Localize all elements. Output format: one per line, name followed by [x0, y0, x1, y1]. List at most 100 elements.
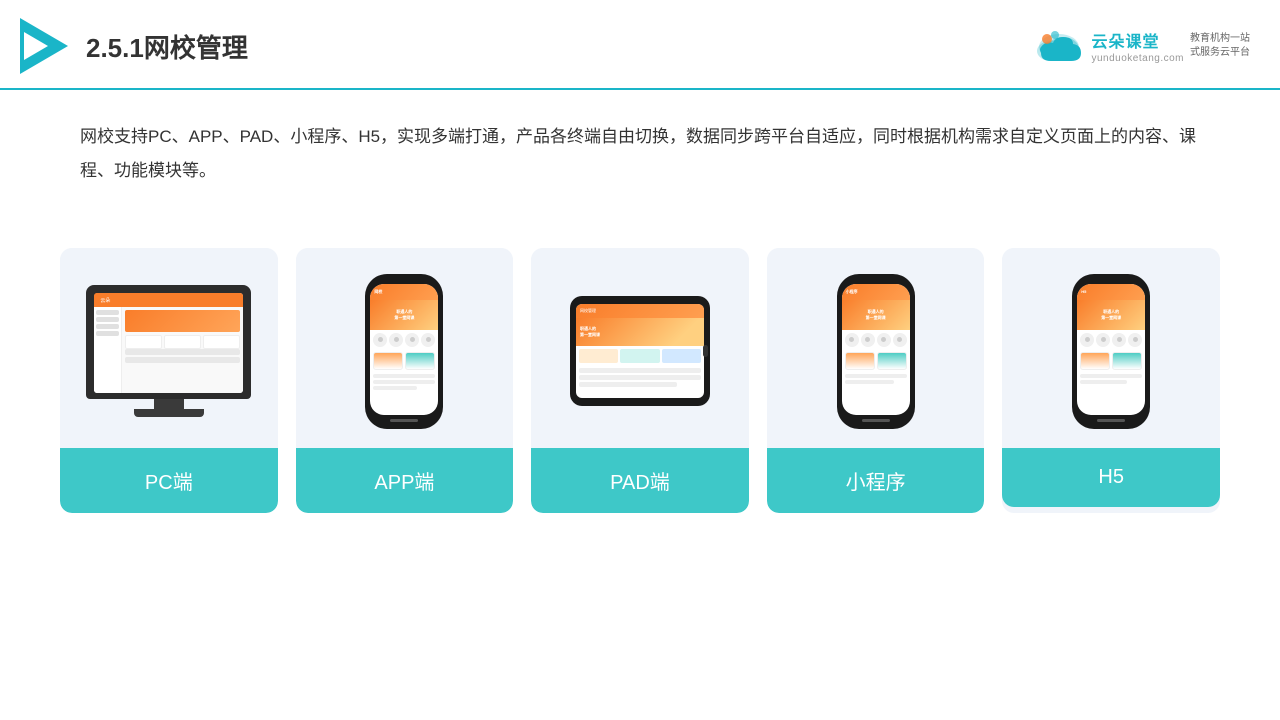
ph-course-grid: [1077, 350, 1145, 372]
ph-course-item: [373, 352, 403, 370]
ph-icons-row: [842, 330, 910, 350]
ph-icon-dot: [378, 337, 383, 342]
ph-icon-item: [893, 333, 907, 347]
pc-monitor: 云朵: [86, 285, 251, 417]
card-pc-image: 云朵: [60, 248, 278, 448]
monitor-body: 云朵: [86, 285, 251, 399]
ph-course-item: [1112, 352, 1142, 370]
header-left: 2.5.1网校管理: [20, 18, 248, 74]
description-text: 网校支持PC、APP、PAD、小程序、H5，实现多端打通，产品各终端自由切换，数…: [0, 90, 1280, 208]
tab-row: [579, 382, 677, 387]
ph-content-row: [1080, 374, 1142, 378]
miniapp-phone-mockup: 小程序 职通人的第一堂网课: [837, 274, 915, 429]
card-h5: H5 职通人的第一堂网课: [1002, 248, 1220, 513]
miniapp-phone-screen: 小程序 职通人的第一堂网课: [842, 284, 910, 415]
screen-bar-text: 云朵: [100, 297, 110, 304]
ph-hero-text: 职通人的第一堂网课: [394, 309, 414, 319]
ph-course-item: [845, 352, 875, 370]
ph-icon-dot: [1117, 337, 1122, 342]
brand-logo-top: 云朵课堂 yunduoketang.com 教育机构一站式服务云平台: [1033, 28, 1250, 64]
phone-notch: [392, 274, 416, 281]
tab-hero-content: 职通人的第一堂网课: [580, 326, 600, 337]
ph-icon-dot: [410, 337, 415, 342]
monitor-screen: 云朵: [94, 293, 243, 393]
brand-tagline: 教育机构一站式服务云平台: [1190, 32, 1250, 60]
ph-course-grid: [842, 350, 910, 372]
sidebar-item: [96, 317, 119, 322]
sidebar-item: [96, 310, 119, 315]
tab-grid-item: [579, 349, 618, 363]
h5-phone-screen: H5 职通人的第一堂网课: [1077, 284, 1145, 415]
ph-course-item: [1080, 352, 1110, 370]
phone-home-bar: [862, 419, 890, 422]
brand-text-group: 云朵课堂 yunduoketang.com: [1091, 28, 1184, 64]
ph-icon-dot: [881, 337, 886, 342]
ph-header-text: H5: [1081, 289, 1086, 294]
screen-bar: 云朵: [94, 293, 243, 307]
screen-card-mini: [203, 335, 240, 349]
ph-header-text: 小程序: [846, 289, 858, 295]
screen-body: [94, 307, 243, 393]
ph-content-block: [1077, 372, 1145, 388]
ph-icon-dot: [897, 337, 902, 342]
ph-content-row: [373, 380, 435, 384]
app-phone-mockup: 网校 职通人的第一堂网课: [365, 274, 443, 429]
ph-icon-item: [861, 333, 875, 347]
phone-home-bar: [390, 419, 418, 422]
ph-content-row: [373, 386, 416, 390]
card-miniapp-image: 小程序 职通人的第一堂网课: [767, 248, 985, 448]
ph-header: H5: [1077, 284, 1145, 300]
tab-grid-item: [620, 349, 659, 363]
ph-hero-text: 职通人的第一堂网课: [866, 309, 886, 319]
screen-hero: [125, 310, 240, 332]
ph-icon-dot: [865, 337, 870, 342]
page-title: 2.5.1网校管理: [86, 28, 248, 65]
monitor-stand-top: [154, 399, 184, 409]
card-label-app: APP端: [296, 448, 514, 513]
tab-header-text: 网校管理: [580, 308, 596, 314]
screen-cards-row: [125, 335, 240, 349]
card-app-image: 网校 职通人的第一堂网课: [296, 248, 514, 448]
ph-icon-item: [1112, 333, 1126, 347]
brand-logo: 云朵课堂 yunduoketang.com 教育机构一站式服务云平台: [1033, 28, 1250, 64]
sidebar-item: [96, 324, 119, 329]
screen-main-row: [125, 357, 240, 363]
ph-icon-dot: [1133, 337, 1138, 342]
ph-icon-dot: [849, 337, 854, 342]
card-label-pad: PAD端: [531, 448, 749, 513]
ph-hero: 职通人的第一堂网课: [842, 300, 910, 330]
tab-row: [579, 375, 701, 380]
ph-icons-row: [370, 330, 438, 350]
ph-icon-item: [845, 333, 859, 347]
tablet-mockup: 网校管理 职通人的第一堂网课: [570, 296, 710, 406]
brand-url: yunduoketang.com: [1091, 53, 1184, 64]
ph-hero: 职通人的第一堂网课: [370, 300, 438, 330]
ph-content-row: [845, 374, 907, 378]
tablet-outer: 网校管理 职通人的第一堂网课: [570, 296, 710, 406]
tab-hero: 职通人的第一堂网课: [576, 318, 704, 346]
ph-icon-item: [1128, 333, 1142, 347]
tab-row: [579, 368, 701, 373]
tablet-screen: 网校管理 职通人的第一堂网课: [576, 304, 704, 398]
ph-icons-row: [1077, 330, 1145, 350]
card-label-miniapp: 小程序: [767, 448, 985, 513]
ph-icon-item: [1080, 333, 1094, 347]
ph-header: 小程序: [842, 284, 910, 300]
card-h5-image: H5 职通人的第一堂网课: [1002, 248, 1220, 448]
screen-sidebar: [94, 307, 122, 393]
card-pc: 云朵: [60, 248, 278, 513]
ph-icon-item: [1096, 333, 1110, 347]
ph-content-row: [1080, 380, 1127, 384]
card-label-h5: H5: [1002, 448, 1220, 507]
screen-card-mini: [164, 335, 201, 349]
phone-notch: [1099, 274, 1123, 281]
ph-icon-item: [389, 333, 403, 347]
brand-name: 云朵课堂: [1091, 28, 1184, 52]
tab-header: 网校管理: [576, 304, 704, 318]
card-label-pc: PC端: [60, 448, 278, 513]
ph-course-grid: [370, 350, 438, 372]
tab-grid-item: [662, 349, 701, 363]
screen-main-row: [125, 349, 240, 355]
ph-icon-dot: [394, 337, 399, 342]
ph-content-block: [370, 372, 438, 394]
